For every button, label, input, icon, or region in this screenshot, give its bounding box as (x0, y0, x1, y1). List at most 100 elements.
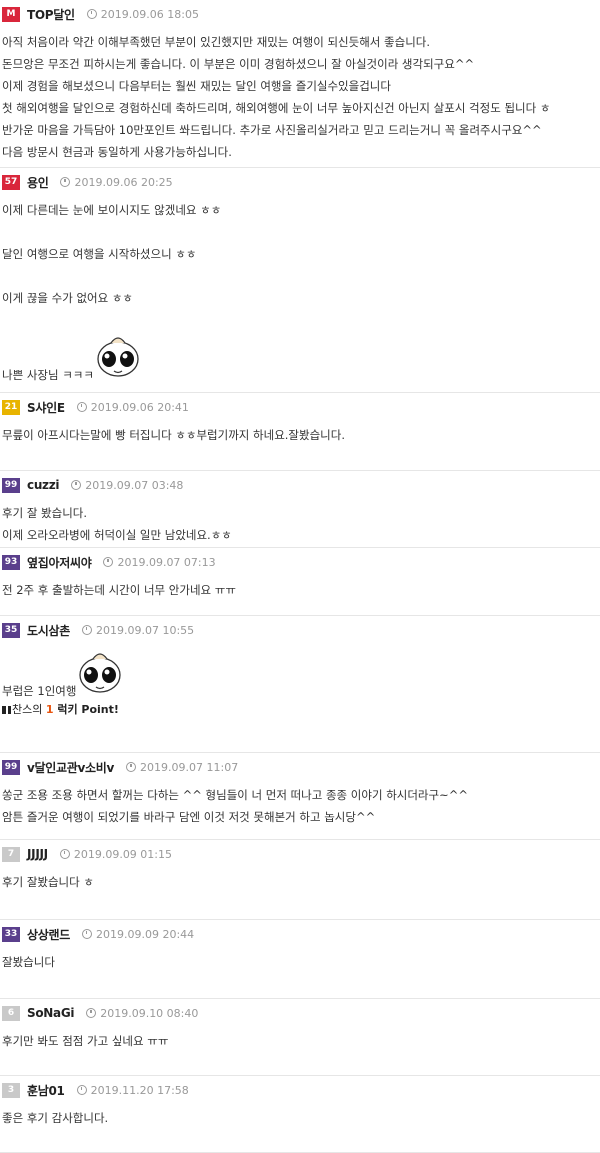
comment-text: 후기 잘 봤습니다. (2, 506, 88, 520)
author-nickname[interactable]: TOP달인 (27, 6, 75, 23)
author-nickname[interactable]: S샤인E (27, 399, 65, 416)
comment-text-line: 다음 방문시 현금과 동일하게 사용가능하십니다. (2, 141, 600, 163)
comment-text: 전 2주 후 출발하는데 시간이 너무 안가네요 ㅠㅠ (2, 583, 236, 597)
comment-item: 93 옆집아저씨야 2019.09.07 07:13 전 2주 후 출발하는데 시간이… (0, 548, 600, 616)
comment-body: 후기 잘봤습니다 ㅎ (2, 871, 600, 893)
lucky-suffix: 럭키 Point! (53, 703, 119, 716)
author-nickname[interactable]: 훈남01 (27, 1082, 65, 1099)
comment-body: 잘봤습니다 (2, 951, 600, 973)
comment-text-line: 이제 경험을 해보셨으니 다음부터는 훨씬 재밌는 달인 여행을 즐기실수있을겁… (2, 75, 600, 97)
level-badge: 3 (2, 1082, 20, 1098)
comment-text: 이제 경험을 해보셨으니 다음부터는 훨씬 재밌는 달인 여행을 즐기실수있을겁… (2, 79, 391, 93)
comment-text: 무릎이 아프시다는말에 빵 터집니다 ㅎㅎ부럽기까지 하네요.잘봤습니다. (2, 428, 345, 442)
clock-icon (126, 762, 137, 772)
comment-header: 6 SoNaGi 2019.09.10 08:40 (2, 1004, 600, 1022)
comment-text-line: 무릎이 아프시다는말에 빵 터집니다 ㅎㅎ부럽기까지 하네요.잘봤습니다. (2, 424, 600, 446)
comment-date: 2019.09.10 08:40 (86, 1007, 198, 1020)
author-nickname[interactable]: v달인교관v소비v (27, 759, 114, 776)
comment-item: M TOP달인 2019.09.06 18:05 아직 처음이라 약간 이해부족했던 … (0, 0, 600, 168)
date-text: 2019.09.06 18:05 (100, 7, 199, 21)
comment-text-line: 이제 다른데는 눈에 보이시지도 않겠네요 ㅎㅎ (2, 199, 600, 221)
comment-text-line: 나쁜 사장님 ㅋㅋㅋ (2, 331, 600, 383)
comment-text: 다음 방문시 현금과 동일하게 사용가능하십니다. (2, 145, 232, 159)
clock-icon (81, 625, 92, 635)
comment-text-line: 후기 잘 봤습니다. (2, 502, 600, 524)
level-badge: 93 (2, 554, 20, 570)
comment-header: 3 훈남01 2019.11.20 17:58 (2, 1081, 600, 1099)
date-text: 2019.09.06 20:41 (90, 400, 189, 414)
comment-date: 2019.09.06 20:41 (76, 400, 189, 414)
comment-text: 이게 끊을 수가 없어요 ㅎㅎ (2, 291, 134, 305)
comment-text-line: 좋은 후기 감사합니다. (2, 1107, 600, 1129)
comment-text: 쏭군 조용 조용 하면서 할꺼는 다하는 ^^ 형님들이 너 먼저 떠나고 종종… (2, 788, 468, 802)
comment-date: 2019.09.06 18:05 (86, 7, 199, 21)
comment-header: 21 S샤인E 2019.09.06 20:41 (2, 398, 600, 416)
level-badge: M (2, 6, 20, 22)
date-text: 2019.09.09 20:44 (95, 927, 195, 941)
comment-date: 2019.09.09 01:15 (59, 848, 172, 861)
comment-item: 35 도시삼촌 2019.09.07 10:55 부럽은 1인여행 찬스의 1 럭키 P… (0, 616, 600, 753)
author-nickname[interactable]: 상상랜드 (27, 926, 70, 943)
comment-header: 99 v달인교관v소비v 2019.09.07 11:07 (2, 758, 600, 776)
level-badge: 33 (2, 926, 20, 942)
comment-text-line: 부럽은 1인여행 (2, 647, 600, 699)
comment-text-line: 후기 잘봤습니다 ㅎ (2, 871, 600, 893)
comment-date: 2019.09.06 20:25 (60, 176, 173, 189)
author-nickname[interactable]: SoNaGi (27, 1006, 75, 1020)
comment-text: 부럽은 1인여행 (2, 684, 77, 698)
comment-item: 99 cuzzi 2019.09.07 03:48 후기 잘 봤습니다. 이제 오라오라… (0, 471, 600, 548)
comment-text: 이제 다른데는 눈에 보이시지도 않겠네요 ㅎㅎ (2, 203, 222, 217)
author-nickname[interactable]: JJJJJ (27, 847, 48, 861)
comment-text-line: 돈므앙은 무조건 피하시는게 좋습니다. 이 부분은 이미 경험하셨으니 잘 아… (2, 53, 600, 75)
date-text: 2019.09.10 08:40 (100, 1006, 199, 1020)
comment-body: 후기 잘 봤습니다. 이제 오라오라병에 허덕이실 일만 남았네요.ㅎㅎ (2, 502, 600, 546)
comment-text-line: 잘봤습니다 (2, 951, 600, 973)
comment-body: 좋은 후기 감사합니다. (2, 1107, 600, 1129)
author-nickname[interactable]: 용인 (27, 174, 49, 191)
comment-text-line: 전 2주 후 출발하는데 시간이 너무 안가네요 ㅠㅠ (2, 579, 600, 601)
comment-text-line: 이제 오라오라병에 허덕이실 일만 남았네요.ㅎㅎ (2, 524, 600, 546)
clock-icon (103, 557, 114, 567)
comment-text: 이제 오라오라병에 허덕이실 일만 남았네요.ㅎㅎ (2, 528, 232, 542)
comment-text: 아직 처음이라 약간 이해부족했던 부분이 있긴했지만 재밌는 여행이 되신듯해… (2, 35, 431, 49)
lucky-number: 1 (45, 703, 54, 716)
clock-icon (71, 480, 82, 490)
comment-item: 3 훈남01 2019.11.20 17:58 좋은 후기 감사합니다. (0, 1076, 600, 1153)
clock-icon (76, 1085, 87, 1095)
level-badge: 99 (2, 759, 20, 775)
author-nickname[interactable]: 옆집아저씨야 (27, 554, 92, 571)
level-badge: 7 (2, 846, 20, 862)
level-badge: 99 (2, 477, 20, 493)
comment-header: M TOP달인 2019.09.06 18:05 (2, 5, 600, 23)
comment-body: 이제 다른데는 눈에 보이시지도 않겠네요 ㅎㅎ 달인 여행으로 여행을 시작하셨… (2, 199, 600, 383)
comment-item: 6 SoNaGi 2019.09.10 08:40 후기만 봐도 점점 가고 싶네요 … (0, 999, 600, 1076)
comment-date: 2019.09.07 03:48 (71, 479, 183, 492)
comment-text: 첫 해외여행을 달인으로 경험하신데 축하드리며, 해외여행에 눈이 너무 높아… (2, 101, 551, 115)
comment-text: 암튼 즐거운 여행이 되었기를 바라구 담엔 이것 저것 못해본거 하고 놉시당… (2, 810, 376, 824)
comment-item: 99 v달인교관v소비v 2019.09.07 11:07 쏭군 조용 조용 하면서 … (0, 753, 600, 840)
author-nickname[interactable]: cuzzi (27, 478, 60, 492)
comment-body: 부럽은 1인여행찬스의 1 럭키 Point! (2, 647, 600, 721)
comment-body: 전 2주 후 출발하는데 시간이 너무 안가네요 ㅠㅠ (2, 579, 600, 601)
clock-icon (86, 1008, 97, 1018)
comment-item: 33 상상랜드 2019.09.09 20:44 잘봤습니다 (0, 920, 600, 999)
comment-item: 7 JJJJJ 2019.09.09 01:15 후기 잘봤습니다 ㅎ (0, 840, 600, 920)
date-text: 2019.09.07 11:07 (140, 760, 239, 774)
author-nickname[interactable]: 도시삼촌 (27, 622, 70, 639)
comment-text-line: 달인 여행으로 여행을 시작하셨으니 ㅎㅎ (2, 243, 600, 265)
gift-icon (2, 706, 11, 714)
comment-item: 57 용인 2019.09.06 20:25 이제 다른데는 눈에 보이시지도 않겠네… (0, 168, 600, 393)
comment-text: 후기만 봐도 점점 가고 싶네요 ㅠㅠ (2, 1034, 169, 1048)
clock-icon (60, 177, 71, 187)
comment-date: 2019.11.20 17:58 (76, 1084, 189, 1097)
emoticon-icon (94, 331, 142, 392)
comment-text: 돈므앙은 무조건 피하시는게 좋습니다. 이 부분은 이미 경험하셨으니 잘 아… (2, 57, 475, 71)
comment-body: 아직 처음이라 약간 이해부족했던 부분이 있긴했지만 재밌는 여행이 되신듯해… (2, 31, 600, 163)
comment-text: 나쁜 사장님 ㅋㅋㅋ (2, 368, 94, 382)
comment-header: 7 JJJJJ 2019.09.09 01:15 (2, 845, 600, 863)
lucky-prefix: 찬스의 (12, 703, 46, 716)
comment-text: 달인 여행으로 여행을 시작하셨으니 ㅎㅎ (2, 247, 197, 261)
